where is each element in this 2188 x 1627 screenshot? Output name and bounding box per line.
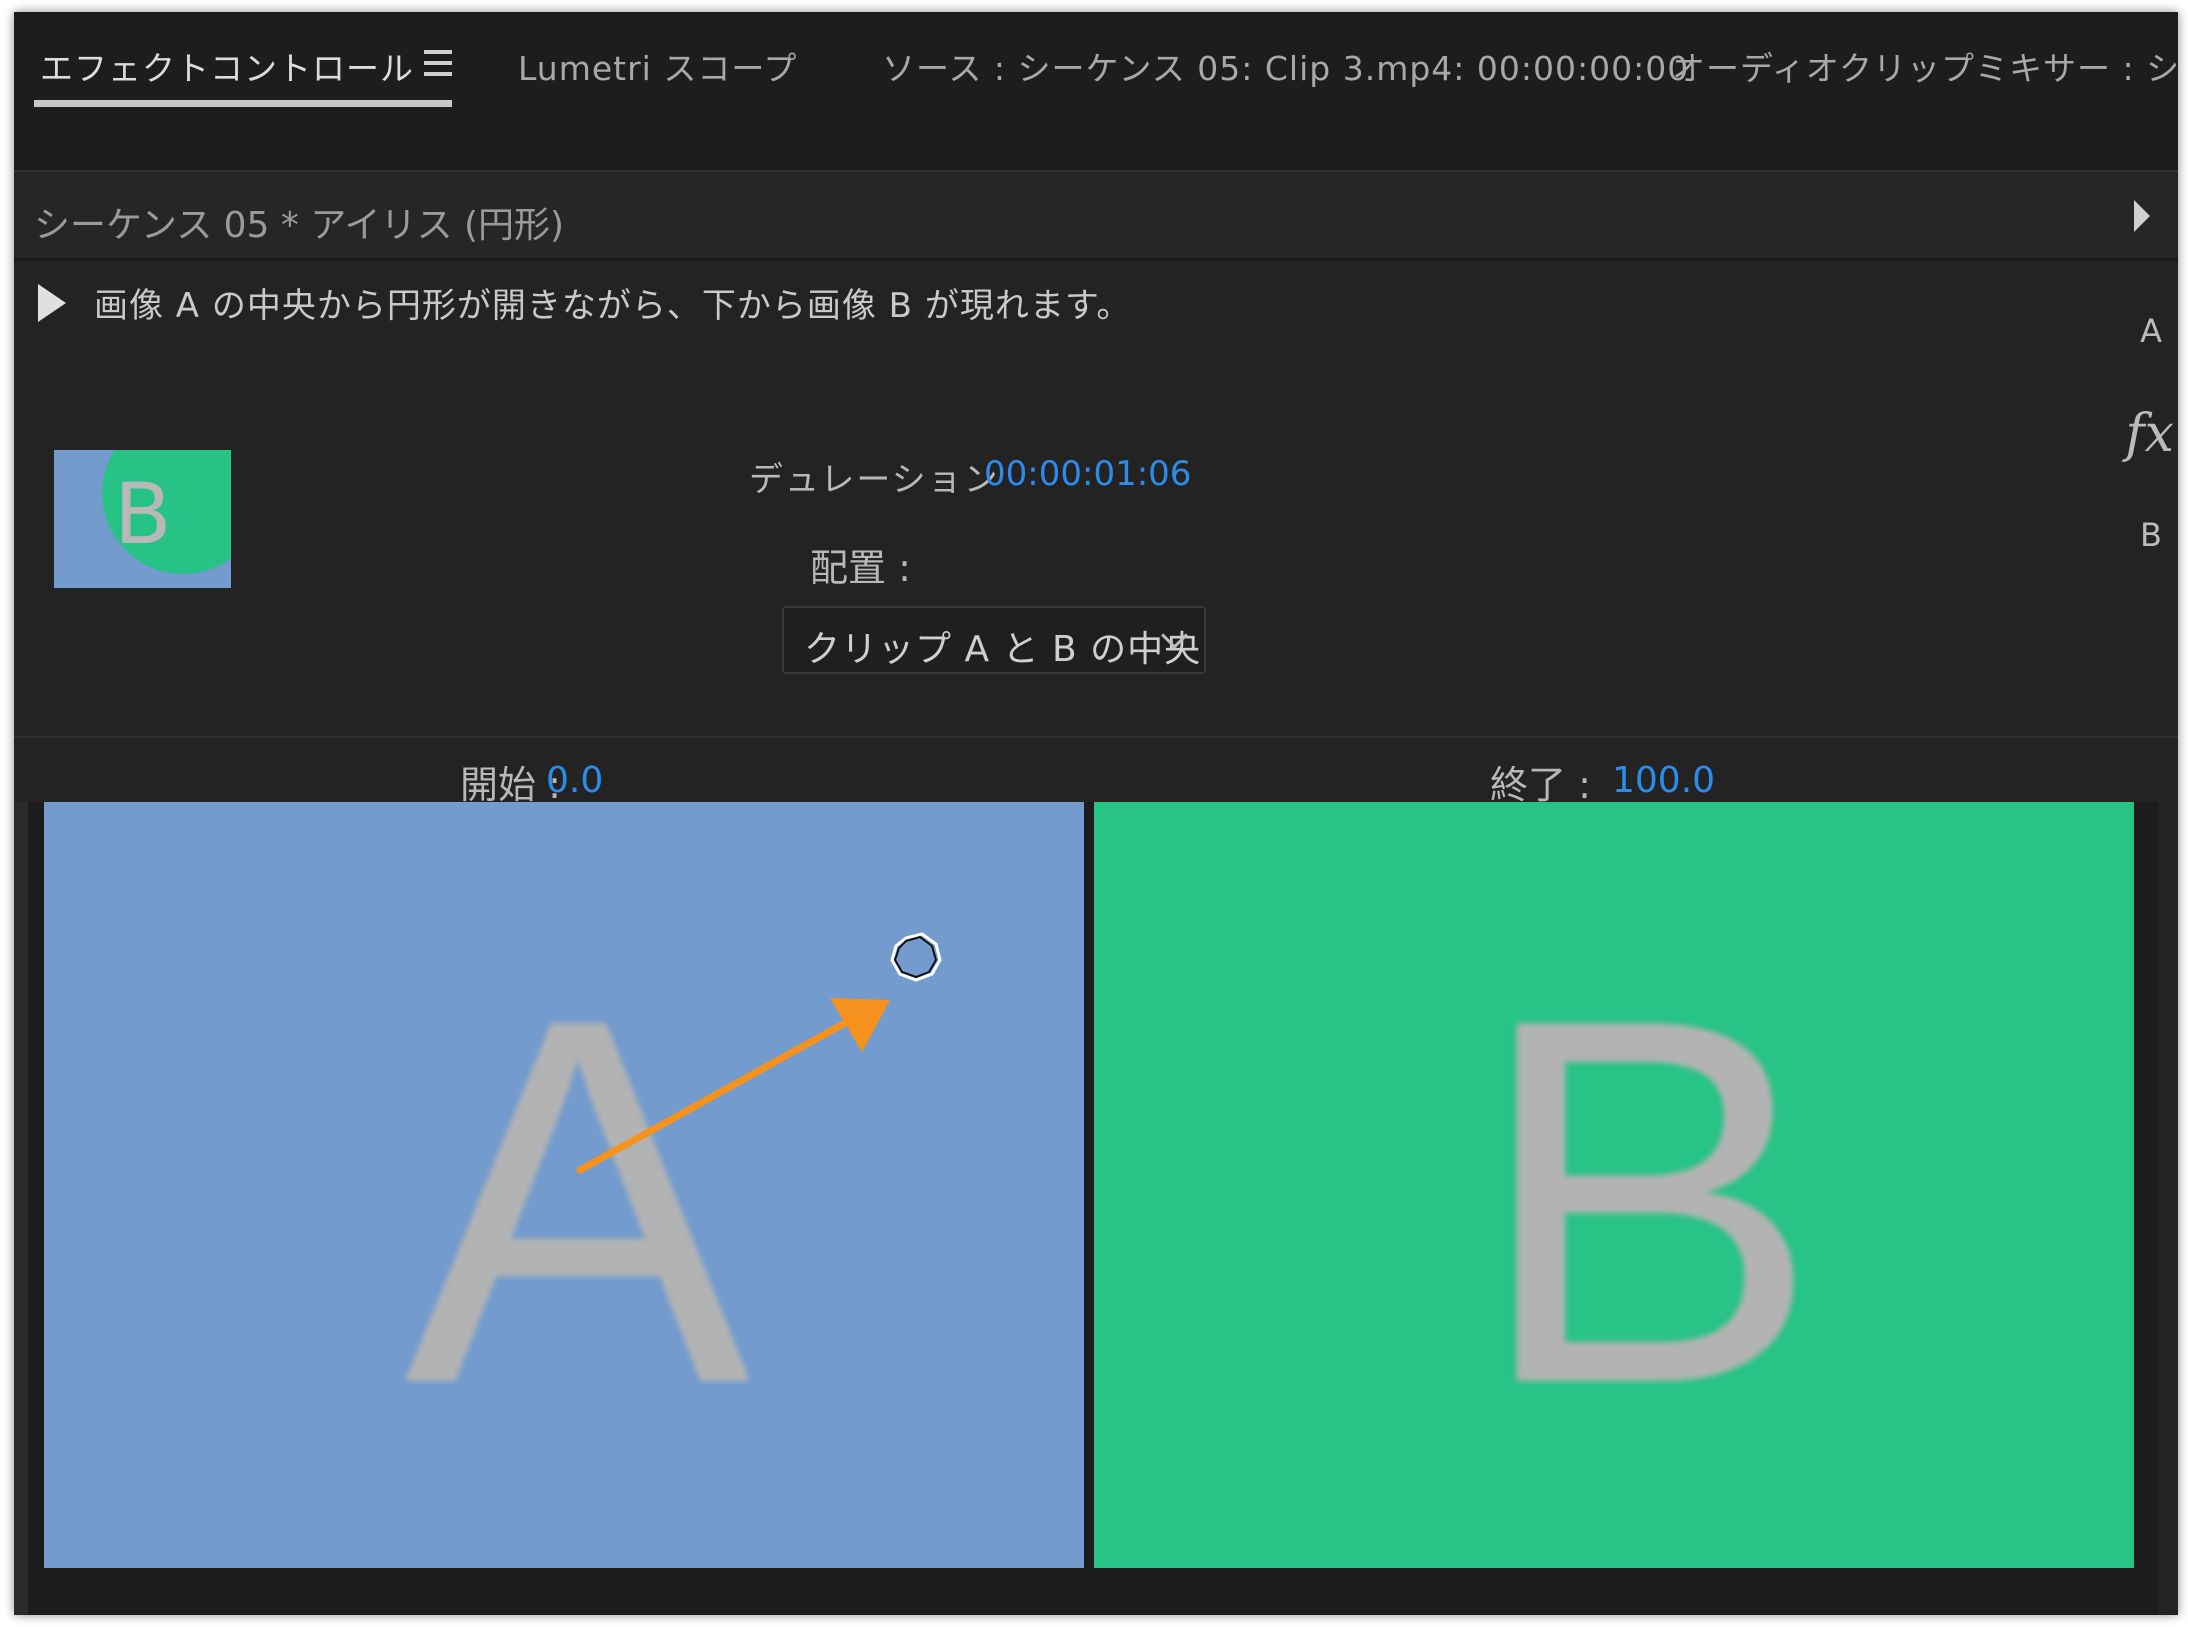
end-label: 終了 : bbox=[1490, 763, 1591, 807]
arrow-icon bbox=[576, 932, 942, 1174]
center-handle-icon[interactable] bbox=[890, 932, 942, 982]
sequence-title: シーケンス 05 * アイリス (円形) bbox=[34, 205, 565, 246]
panel-tab-bar: エフェクトコントロール Lumetri スコープ ソース : シーケンス 05:… bbox=[14, 12, 2178, 172]
thumbnail-letter: B bbox=[114, 465, 172, 563]
track-b-label: B bbox=[2140, 516, 2162, 554]
tab-effect-controls[interactable]: エフェクトコントロール bbox=[40, 42, 414, 90]
end-value[interactable]: 100.0 bbox=[1612, 760, 1715, 801]
sequence-header: シーケンス 05 * アイリス (円形) bbox=[14, 172, 2178, 261]
alignment-select[interactable]: クリップ A と B の中央 bbox=[782, 606, 1206, 674]
preview-left-edge bbox=[14, 802, 28, 1615]
duration-label: デュレーション bbox=[749, 460, 1000, 500]
duration-value[interactable]: 00:00:01:06 bbox=[984, 454, 1191, 494]
tab-lumetri-scopes[interactable]: Lumetri スコープ bbox=[518, 42, 797, 90]
play-icon[interactable] bbox=[38, 284, 66, 322]
alignment-label: 配置 : bbox=[810, 546, 911, 590]
active-tab-indicator bbox=[34, 100, 452, 107]
tab-audio-clip-mixer[interactable]: オーディオクリップミキサー : シー bbox=[1672, 42, 2178, 90]
effect-controls-panel: エフェクトコントロール Lumetri スコープ ソース : シーケンス 05:… bbox=[14, 12, 2178, 1615]
start-value[interactable]: 0.0 bbox=[546, 760, 603, 801]
tab-source-monitor[interactable]: ソース : シーケンス 05: Clip 3.mp4: 00:00:00:00 bbox=[882, 42, 1689, 90]
clip-b-preview: B bbox=[1094, 802, 2134, 1568]
divider bbox=[14, 736, 2178, 738]
clip-b-letter: B bbox=[1474, 911, 1821, 1492]
track-a-label: A bbox=[2140, 312, 2162, 350]
play-icon[interactable] bbox=[2134, 200, 2150, 232]
menu-icon[interactable] bbox=[424, 50, 452, 80]
clip-a-preview[interactable]: A bbox=[44, 802, 1084, 1568]
alignment-selected-value: クリップ A と B の中央 bbox=[804, 629, 1202, 670]
fx-label: fx bbox=[2125, 404, 2174, 464]
transition-description: 画像 A の中央から円形が開きながら、下から画像 B が現れます。 bbox=[94, 286, 1132, 326]
transition-thumbnail: B bbox=[54, 450, 231, 588]
